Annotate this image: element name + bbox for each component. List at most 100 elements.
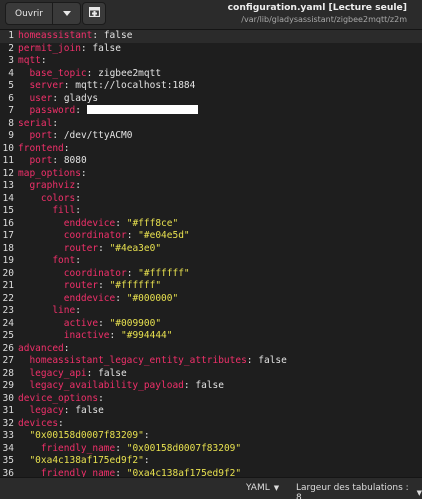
yaml-value: "#ffffff" <box>109 280 162 291</box>
open-menu-button[interactable] <box>53 2 81 25</box>
language-selector[interactable]: YAML ▼ <box>246 483 279 493</box>
code-line: 28 legacy_api: false <box>0 368 422 381</box>
code-line: 7 password: <box>0 105 422 118</box>
code-line: 32 devices: <box>0 418 422 431</box>
colon: : <box>80 167 87 179</box>
code-line: 27 homeassistant_legacy_entity_attribute… <box>0 355 422 368</box>
code-line: 24 active: "#009900" <box>0 318 422 331</box>
colon: : <box>75 192 81 204</box>
code-line: 11 port: 8080 <box>0 155 422 168</box>
yaml-value: 8080 <box>63 155 87 166</box>
line-number: 36 <box>2 467 14 478</box>
yaml-key: friendly_name <box>40 467 116 478</box>
line-number: 11 <box>2 155 14 166</box>
code-line: 13 graphviz: <box>0 180 422 193</box>
chevron-down-icon <box>62 9 71 19</box>
code-line: 30 device_options: <box>0 393 422 406</box>
colon: : <box>58 417 64 429</box>
line-number: 16 <box>2 217 14 229</box>
code-line: 20 coordinator: "#ffffff" <box>0 268 422 281</box>
header-bar: Ouvrir configuration.yaml [Lecture seule… <box>0 0 422 30</box>
yaml-key: enddevice <box>63 292 116 304</box>
yaml-key: active <box>63 317 99 329</box>
yaml-key: colors <box>40 192 76 204</box>
redacted-password <box>86 105 198 114</box>
code-line: 34 friendly_name: "0x00158d0007f83209" <box>0 443 422 456</box>
yaml-value: "0x00158d0007f83209" <box>126 442 242 454</box>
yaml-key: advanced <box>18 342 64 354</box>
open-button-group: Ouvrir <box>5 2 81 25</box>
line-number: 25 <box>2 330 14 341</box>
code-line: 8 serial: <box>0 118 422 131</box>
line-number: 7 <box>8 105 14 116</box>
line-number: 29 <box>2 380 14 391</box>
code-line: 19 font: <box>0 255 422 268</box>
yaml-value: "0xa4c138af175ed9f2" <box>126 467 242 478</box>
yaml-value: false <box>75 405 104 416</box>
new-tab-button[interactable] <box>82 2 106 25</box>
yaml-key: legacy_availability_payload <box>29 380 184 391</box>
text-editor[interactable]: 1 homeassistant: false 2 permit_join: false… <box>0 30 422 477</box>
yaml-key: fill <box>52 205 76 216</box>
yaml-value: false <box>92 42 121 54</box>
line-number: 4 <box>8 67 14 79</box>
yaml-key: inactive <box>63 330 110 341</box>
line-number: 23 <box>2 305 14 316</box>
code-line: 9 port: /dev/ttyACM0 <box>0 130 422 143</box>
yaml-key: "0x00158d0007f83209" <box>29 430 144 441</box>
code-line: 3 mqtt: <box>0 55 422 68</box>
yaml-key: coordinator <box>63 230 127 241</box>
yaml-key: port <box>29 155 53 166</box>
yaml-value: /dev/ttyACM0 <box>63 130 133 141</box>
line-number: 26 <box>2 342 14 354</box>
open-button[interactable]: Ouvrir <box>5 2 53 25</box>
yaml-value: "#994444" <box>121 330 173 341</box>
yaml-key: serial <box>18 117 53 129</box>
line-number: 9 <box>8 130 14 141</box>
code-line: 1 homeassistant: false <box>0 30 422 43</box>
window-title-area: configuration.yaml [Lecture seule] /var/… <box>228 2 407 25</box>
new-document-icon <box>88 6 100 20</box>
colon: : <box>75 305 81 316</box>
yaml-value: mqtt://localhost:1884 <box>75 80 196 91</box>
line-number: 1 <box>8 30 14 41</box>
code-line: 12 map_options: <box>0 168 422 181</box>
colon: : <box>75 255 81 266</box>
yaml-key: font <box>52 255 76 266</box>
yaml-key: device_options <box>18 392 99 404</box>
tab-width-selector[interactable]: Largeur des tabulations : 8 ▼ <box>296 483 422 499</box>
language-label: YAML <box>246 483 270 493</box>
code-line: 10 frontend: <box>0 143 422 156</box>
line-number: 27 <box>2 355 14 366</box>
colon: : <box>75 180 81 191</box>
code-line: 33 "0x00158d0007f83209": <box>0 430 422 443</box>
code-line: 23 line: <box>0 305 422 318</box>
yaml-value: "#000000" <box>126 292 179 304</box>
yaml-key: user <box>29 92 53 104</box>
code-line: 14 colors: <box>0 193 422 206</box>
yaml-value: "#4ea3e0" <box>109 242 162 254</box>
line-number: 24 <box>2 317 14 329</box>
line-number: 13 <box>2 180 14 191</box>
chevron-down-icon: ▼ <box>273 484 280 492</box>
line-number: 10 <box>2 142 14 154</box>
yaml-value: "#009900" <box>109 317 162 329</box>
code-line: 25 inactive: "#994444" <box>0 330 422 343</box>
line-number: 33 <box>2 430 14 441</box>
line-number: 2 <box>8 42 14 54</box>
